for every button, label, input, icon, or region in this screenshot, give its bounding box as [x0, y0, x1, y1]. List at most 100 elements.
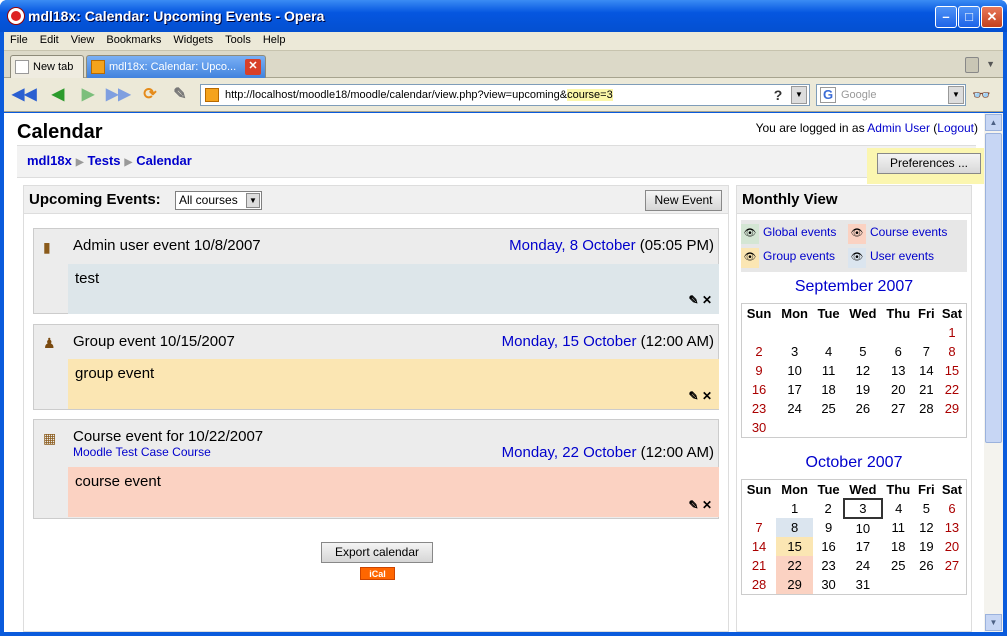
search-placeholder: Google — [841, 89, 877, 101]
ical-badge[interactable]: iCal — [360, 567, 395, 580]
browser-window: mdl18x: Calendar: Upcoming Events - Oper… — [0, 0, 1007, 636]
event-name: Course event for 10/22/2007 — [73, 428, 264, 445]
weekday-header: Fri — [918, 482, 935, 497]
calendar-empty-cell — [844, 418, 882, 437]
event-legend: 👁 Global events 👁 Course events 👁 Group eve… — [741, 220, 967, 272]
close-button[interactable]: ✕ — [981, 6, 1003, 28]
calendar-day: 1 — [791, 501, 799, 516]
calendar-day: 6 — [894, 344, 902, 359]
back-icon[interactable]: ◀ — [46, 84, 70, 106]
breadcrumb: mdl18x ▶ Tests ▶ Calendar — [27, 153, 192, 168]
weekday-header: Tue — [817, 306, 840, 321]
tab-bar: New tab mdl18x: Calendar: Upco... ✕ ▼ — [4, 50, 1003, 79]
menu-help[interactable]: Help — [257, 32, 292, 46]
title-bar[interactable]: mdl18x: Calendar: Upcoming Events - Oper… — [0, 0, 1007, 32]
edit-icon[interactable]: ✎ — [689, 389, 699, 403]
navigation-bar: ◀◀ ◀ ▶ ▶▶ ⟳ ✎ http://localhost/moodle18/… — [4, 78, 1003, 112]
logout-link[interactable]: Logout — [937, 121, 974, 135]
scroll-up-icon[interactable]: ▲ — [985, 114, 1002, 131]
calendar-day: 30 — [751, 420, 767, 435]
calendar-empty-cell — [776, 323, 813, 342]
tab-new-tab[interactable]: New tab — [10, 55, 84, 79]
calendar-day: 24 — [787, 401, 802, 416]
breadcrumb-site[interactable]: mdl18x — [27, 153, 72, 168]
calendar-day: 14 — [751, 539, 767, 554]
event-date-link[interactable]: Monday, 8 October — [509, 237, 635, 254]
legend-global-link[interactable]: Global events — [763, 225, 836, 239]
maximize-button[interactable]: □ — [958, 6, 980, 28]
calendar-day[interactable]: 22 — [776, 556, 814, 575]
event-item: ▮ Admin user event 10/8/2007 Monday, 8 O… — [33, 228, 719, 314]
login-info: You are logged in as Admin User (Logout) — [755, 121, 978, 135]
event-course-link[interactable]: Moodle Test Case Course — [73, 445, 211, 459]
breadcrumb-calendar[interactable]: Calendar — [136, 153, 192, 168]
calendar-empty-cell — [882, 418, 915, 437]
delete-icon[interactable]: ✕ — [702, 498, 712, 512]
calendar-day[interactable]: 29 — [776, 575, 814, 594]
calendar-empty-cell — [813, 418, 844, 437]
calendar-empty-cell — [938, 575, 966, 594]
menu-edit[interactable]: Edit — [34, 32, 65, 46]
new-event-button[interactable]: New Event — [645, 190, 722, 211]
legend-group: 👁 Group events — [741, 248, 835, 268]
menu-tools[interactable]: Tools — [219, 32, 257, 46]
forward-icon[interactable]: ▶ — [76, 84, 100, 106]
menu-file[interactable]: File — [4, 32, 34, 46]
history-dropdown-icon[interactable]: ▼ — [791, 86, 807, 104]
calendar-day[interactable]: 15 — [776, 537, 814, 556]
event-date: Monday, 15 October (12:00 AM) — [501, 333, 714, 350]
menu-widgets[interactable]: Widgets — [167, 32, 219, 46]
legend-user-link[interactable]: User events — [870, 249, 934, 263]
eye-icon[interactable]: 👁 — [741, 224, 759, 244]
rewind-icon[interactable]: ◀◀ — [12, 84, 37, 106]
eye-icon[interactable]: 👁 — [741, 248, 759, 268]
delete-icon[interactable]: ✕ — [702, 389, 712, 403]
menu-bookmarks[interactable]: Bookmarks — [100, 32, 167, 46]
chevron-down-icon[interactable]: ▼ — [986, 59, 995, 69]
legend-group-link[interactable]: Group events — [763, 249, 835, 263]
menu-view[interactable]: View — [65, 32, 101, 46]
legend-course-link[interactable]: Course events — [870, 225, 947, 239]
eye-icon[interactable]: 👁 — [848, 248, 866, 268]
calendar-day: 7 — [922, 344, 930, 359]
trash-icon[interactable] — [965, 57, 979, 73]
calendar-day[interactable]: 8 — [776, 518, 814, 537]
eye-icon[interactable]: 👁 — [848, 224, 866, 244]
minimize-button[interactable]: – — [935, 6, 957, 28]
search-engine-dropdown-icon[interactable]: ▼ — [948, 86, 964, 104]
month-title-october[interactable]: October 2007 — [737, 454, 971, 472]
edit-icon[interactable]: ✎ — [168, 84, 192, 106]
legend-user: 👁 User events — [848, 248, 934, 268]
scroll-thumb[interactable] — [985, 133, 1002, 443]
reload-icon[interactable]: ⟳ — [138, 84, 162, 106]
search-input[interactable]: G Google ▼ — [816, 84, 966, 106]
edit-icon[interactable]: ✎ — [689, 293, 699, 307]
scroll-down-icon[interactable]: ▼ — [985, 614, 1002, 631]
address-bar[interactable]: http://localhost/moodle18/moodle/calenda… — [200, 84, 810, 106]
user-link[interactable]: Admin User — [867, 121, 930, 135]
fast-forward-icon[interactable]: ▶▶ — [106, 84, 131, 106]
edit-icon[interactable]: ✎ — [689, 498, 699, 512]
help-icon[interactable]: ? — [769, 86, 787, 104]
close-tab-icon[interactable]: ✕ — [245, 59, 261, 75]
calendar-day: 6 — [948, 501, 956, 516]
calendar-day: 26 — [855, 401, 871, 416]
export-calendar-button[interactable]: Export calendar — [321, 542, 433, 563]
vertical-scrollbar[interactable]: ▲ ▼ — [984, 113, 1003, 632]
tab-calendar[interactable]: mdl18x: Calendar: Upco... ✕ — [86, 55, 266, 79]
calendar-day: 3 — [791, 344, 799, 359]
month-title-september[interactable]: September 2007 — [737, 278, 971, 296]
breadcrumb-tests[interactable]: Tests — [88, 153, 121, 168]
event-date-link[interactable]: Monday, 22 October — [502, 444, 637, 461]
calendar-day: 5 — [922, 501, 930, 516]
course-select-value: All courses — [179, 193, 238, 207]
event-item: ▦ Course event for 10/22/2007 Moodle Tes… — [33, 419, 719, 519]
address-url[interactable]: http://localhost/moodle18/moodle/calenda… — [225, 89, 613, 101]
preferences-button[interactable]: Preferences ... — [877, 153, 981, 174]
google-icon: G — [820, 87, 836, 103]
delete-icon[interactable]: ✕ — [702, 293, 712, 307]
course-select[interactable]: All courses ▼ — [175, 191, 262, 210]
chevron-down-icon[interactable]: ▼ — [246, 193, 260, 208]
glasses-icon[interactable]: 👓 — [972, 86, 991, 104]
event-date-link[interactable]: Monday, 15 October — [502, 333, 637, 350]
